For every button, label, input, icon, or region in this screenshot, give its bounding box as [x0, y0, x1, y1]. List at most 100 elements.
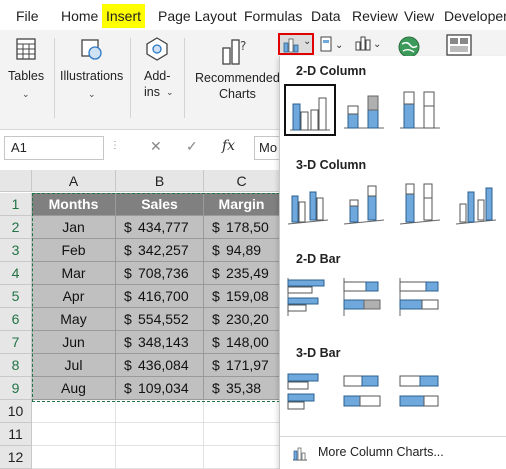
tab-home[interactable]: Home: [61, 4, 98, 28]
row-header[interactable]: 1: [0, 193, 32, 216]
margin-cell[interactable]: $171,97: [204, 354, 280, 377]
row-header[interactable]: 11: [0, 423, 32, 446]
name-box[interactable]: A1: [4, 136, 104, 160]
month-cell[interactable]: Aug: [32, 377, 116, 400]
worksheet-grid[interactable]: A B C 1 Months Sales Margin 2 Jan $434,777 $178…: [0, 170, 280, 469]
empty-cell[interactable]: [32, 423, 116, 446]
tab-insert[interactable]: Insert: [102, 4, 146, 28]
sales-cell[interactable]: $708,736: [116, 262, 204, 285]
illustrations-button[interactable]: Illustrations ⌄: [56, 32, 128, 128]
column-header-b[interactable]: B: [116, 170, 204, 192]
currency-symbol: $: [124, 334, 132, 350]
empty-cell[interactable]: [204, 400, 280, 423]
margin-value: 230,20: [226, 311, 269, 327]
column-header-c[interactable]: C: [204, 170, 280, 192]
month-cell[interactable]: Mar: [32, 262, 116, 285]
tables-button[interactable]: Tables ⌄: [0, 32, 52, 128]
month-cell[interactable]: Apr: [32, 285, 116, 308]
statistic-chart-icon[interactable]: ⌄: [354, 34, 384, 55]
3d-clustered-bar-option[interactable]: [284, 366, 336, 418]
row-header[interactable]: 12: [0, 446, 32, 469]
3d-stacked-bar-option[interactable]: [340, 366, 392, 418]
sales-cell[interactable]: $554,552: [116, 308, 204, 331]
table-header-cell[interactable]: Months: [32, 193, 116, 216]
month-cell[interactable]: Feb: [32, 239, 116, 262]
select-all-corner[interactable]: [0, 170, 32, 192]
currency-symbol: $: [124, 357, 132, 373]
empty-cell[interactable]: [32, 400, 116, 423]
3d-column-option[interactable]: [452, 178, 504, 230]
tab-developer[interactable]: Developer: [444, 4, 506, 28]
stacked-bar-option[interactable]: [340, 272, 392, 324]
percent-stacked-bar-option[interactable]: [396, 272, 448, 324]
margin-cell[interactable]: $148,00: [204, 331, 280, 354]
row-header[interactable]: 4: [0, 262, 32, 285]
row-header[interactable]: 5: [0, 285, 32, 308]
sales-cell[interactable]: $416,700: [116, 285, 204, 308]
sales-cell[interactable]: $434,777: [116, 216, 204, 239]
empty-cell[interactable]: [204, 446, 280, 469]
table-header-cell[interactable]: Sales: [116, 193, 204, 216]
tab-file[interactable]: File: [16, 4, 39, 28]
margin-cell[interactable]: $178,50: [204, 216, 280, 239]
chevron-down-icon: ⌄: [303, 36, 312, 47]
recommended-charts-button[interactable]: ? Recommended Charts: [188, 32, 280, 128]
tab-page-layout[interactable]: Page Layout: [158, 4, 237, 28]
cancel-formula-button[interactable]: ✕: [150, 138, 162, 155]
empty-cell[interactable]: [116, 446, 204, 469]
row-header[interactable]: 2: [0, 216, 32, 239]
row-header[interactable]: 10: [0, 400, 32, 423]
clustered-bar-option[interactable]: [284, 272, 336, 324]
tab-formulas[interactable]: Formulas: [244, 4, 302, 28]
tab-view[interactable]: View: [404, 4, 434, 28]
percent-stacked-column-option[interactable]: [396, 84, 448, 136]
sales-cell[interactable]: $109,034: [116, 377, 204, 400]
insert-column-chart-button[interactable]: ⌄: [278, 33, 314, 55]
tab-review[interactable]: Review: [352, 4, 398, 28]
margin-value: 235,49: [226, 265, 269, 281]
row-header[interactable]: 6: [0, 308, 32, 331]
sales-value: 342,257: [138, 242, 189, 258]
hierarchy-chart-icon[interactable]: ⌄: [320, 36, 346, 55]
sales-value: 109,034: [138, 380, 189, 396]
3d-percent-stacked-bar-option[interactable]: [396, 366, 448, 418]
sales-cell[interactable]: $342,257: [116, 239, 204, 262]
margin-cell[interactable]: $230,20: [204, 308, 280, 331]
addins-button[interactable]: Add- ins ⌄: [132, 32, 180, 128]
sales-cell[interactable]: $436,084: [116, 354, 204, 377]
empty-cell[interactable]: [204, 423, 280, 446]
month-cell[interactable]: Jul: [32, 354, 116, 377]
row-header[interactable]: 8: [0, 354, 32, 377]
row-header[interactable]: 7: [0, 331, 32, 354]
section-3d-column-title: 3-D Column: [296, 158, 367, 172]
empty-cell[interactable]: [116, 423, 204, 446]
confirm-formula-button[interactable]: ✓: [186, 138, 198, 155]
3d-stacked-column-option[interactable]: [340, 178, 392, 230]
addins-icon: [144, 36, 170, 65]
margin-cell[interactable]: $159,08: [204, 285, 280, 308]
column-header-a[interactable]: A: [32, 170, 116, 192]
margin-cell[interactable]: $94,89: [204, 239, 280, 262]
3d-percent-stacked-column-option[interactable]: [396, 178, 448, 230]
sales-cell[interactable]: $348,143: [116, 331, 204, 354]
margin-cell[interactable]: $35,38: [204, 377, 280, 400]
margin-value: 171,97: [226, 357, 269, 373]
currency-symbol: $: [124, 380, 132, 396]
month-cell[interactable]: May: [32, 308, 116, 331]
currency-symbol: $: [212, 242, 220, 258]
row-header[interactable]: 3: [0, 239, 32, 262]
stacked-column-option[interactable]: [340, 84, 392, 136]
empty-cell[interactable]: [32, 446, 116, 469]
empty-cell[interactable]: [116, 400, 204, 423]
currency-symbol: $: [212, 288, 220, 304]
margin-cell[interactable]: $235,49: [204, 262, 280, 285]
table-header-cell[interactable]: Margin: [204, 193, 280, 216]
more-column-charts-link[interactable]: More Column Charts...: [280, 436, 506, 468]
insert-function-button[interactable]: fx: [222, 138, 235, 154]
tab-data[interactable]: Data: [311, 4, 341, 28]
row-header[interactable]: 9: [0, 377, 32, 400]
month-cell[interactable]: Jan: [32, 216, 116, 239]
month-cell[interactable]: Jun: [32, 331, 116, 354]
3d-clustered-column-option[interactable]: [284, 178, 336, 230]
clustered-column-option[interactable]: [284, 84, 336, 136]
